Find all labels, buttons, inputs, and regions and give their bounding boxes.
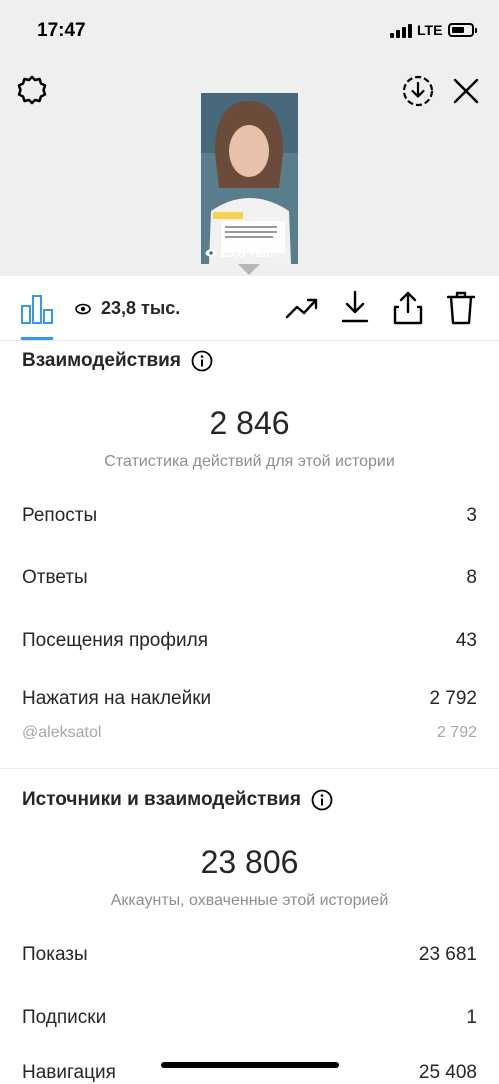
info-icon[interactable] — [191, 350, 213, 372]
eye-icon — [205, 248, 217, 257]
stat-label: Нажатия на наклейки — [22, 688, 212, 709]
interactions-section-title: Взаимодействия — [22, 350, 213, 372]
stat-value: 8 — [466, 567, 477, 588]
active-tab-indicator — [21, 337, 53, 340]
eye-icon — [75, 303, 91, 314]
discovery-title: Источники и взаимодействия — [22, 789, 301, 810]
discovery-section-title: Источники и взаимодействия — [22, 789, 333, 811]
stat-row-reposts: Репосты 3 — [22, 505, 477, 527]
stat-label: Навигация — [22, 1062, 116, 1083]
stat-row-replies: Ответы 8 — [22, 567, 477, 589]
stat-label: Ответы — [22, 567, 88, 588]
views-summary[interactable]: 23,8 тыс. — [75, 298, 180, 319]
interactions-total: 2 846 — [209, 405, 290, 441]
stat-value: 3 — [466, 505, 477, 526]
stat-value: 1 — [466, 1007, 477, 1028]
stat-label: Подписки — [22, 1007, 107, 1028]
section-divider — [0, 768, 499, 769]
delete-trash-icon[interactable] — [446, 290, 476, 326]
story-toolbar: 23,8 тыс. — [0, 276, 499, 341]
stat-label: Посещения профиля — [22, 630, 208, 651]
download-icon[interactable] — [340, 290, 370, 324]
stat-row-follows: Подписки 1 — [22, 1007, 477, 1029]
stat-label: Репосты — [22, 505, 98, 526]
sticker-mention-row[interactable]: @aleksatol 2 792 — [22, 724, 477, 742]
thumbnail-views-count: 23,8 тыс. — [220, 245, 278, 260]
thumbnail-views: 23,8 тыс. — [205, 245, 277, 260]
stat-row-profile-visits: Посещения профиля 43 — [22, 630, 477, 652]
views-count: 23,8 тыс. — [101, 298, 181, 318]
settings-gear-icon[interactable] — [16, 74, 48, 106]
share-icon[interactable] — [392, 290, 424, 326]
network-type: LTE — [417, 22, 443, 38]
story-thumbnail[interactable]: 23,8 тыс. — [201, 93, 298, 264]
save-story-icon[interactable] — [401, 74, 435, 108]
stat-value: 43 — [455, 630, 477, 651]
insights-chart-icon[interactable] — [21, 294, 53, 324]
thumbnail-pointer — [238, 264, 260, 275]
home-indicator[interactable] — [161, 1062, 339, 1068]
discovery-total: 23 806 — [200, 844, 299, 880]
info-icon[interactable] — [311, 789, 333, 811]
stat-label: Показы — [22, 944, 88, 965]
sticker-mention-label: @aleksatol — [22, 724, 102, 741]
interactions-title: Взаимодействия — [22, 350, 181, 371]
stat-row-impressions: Показы 23 681 — [22, 944, 477, 966]
close-icon[interactable] — [452, 77, 480, 105]
interactions-caption: Статистика действий для этой истории — [104, 453, 395, 470]
signal-icon — [390, 24, 412, 38]
sticker-mention-value: 2 792 — [436, 724, 477, 741]
stat-value: 25 408 — [418, 1062, 477, 1083]
status-time: 17:47 — [37, 20, 86, 41]
stat-row-sticker-taps: Нажатия на наклейки 2 792 — [22, 688, 477, 710]
stat-value: 23 681 — [418, 944, 477, 965]
discovery-caption: Аккаунты, охваченные этой историей — [110, 892, 389, 909]
story-photo — [201, 93, 298, 264]
battery-icon — [448, 23, 477, 37]
status-bar: 17:47 LTE — [0, 0, 499, 60]
promote-trend-icon[interactable] — [285, 296, 319, 320]
stat-value: 2 792 — [429, 688, 477, 709]
